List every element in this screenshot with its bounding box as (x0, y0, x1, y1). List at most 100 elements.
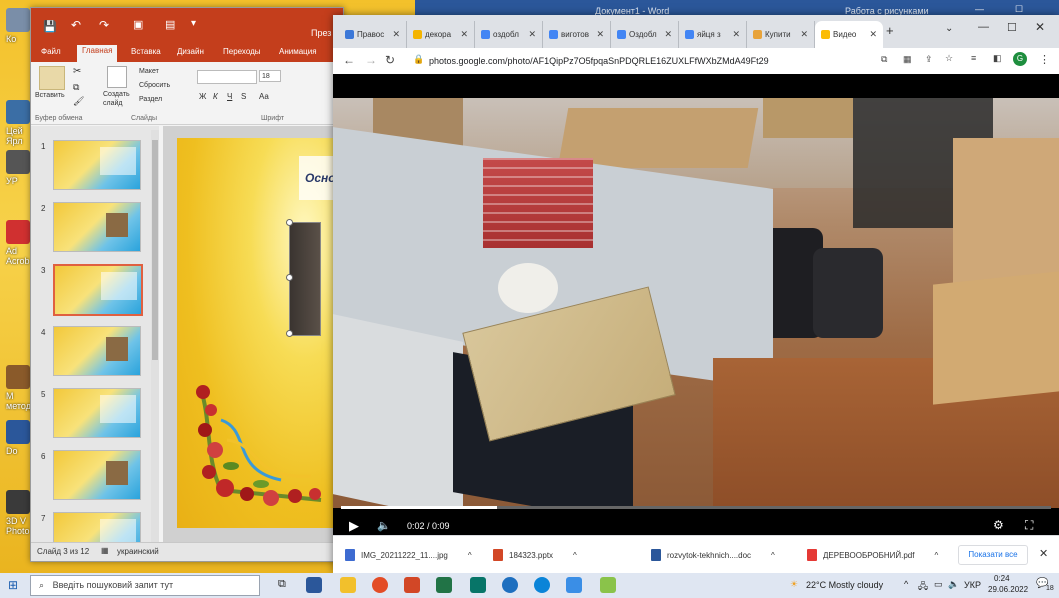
reload-icon[interactable]: ↻ (385, 53, 395, 67)
start-slideshow-icon[interactable]: ▤ (165, 18, 175, 31)
show-hidden-icons-icon[interactable]: ^ (904, 579, 908, 589)
start-windows-icon[interactable]: ⊞ (8, 578, 18, 592)
tab-close-icon[interactable]: ✕ (800, 29, 808, 40)
install-app-icon[interactable]: ⧉ (881, 54, 887, 65)
maximize-button[interactable]: ☐ (1007, 21, 1017, 34)
tab-close-icon[interactable]: ✕ (664, 29, 672, 40)
show-all-downloads-button[interactable]: Показати все (958, 545, 1028, 565)
skype-taskbar-icon[interactable] (502, 577, 518, 593)
bold-icon[interactable]: Ж (199, 92, 206, 101)
browser-tab[interactable]: оздобл ✕ (475, 21, 543, 48)
slide-picture[interactable] (289, 222, 321, 336)
resize-handle[interactable] (286, 219, 293, 226)
tab-transitions[interactable]: Переходы (223, 47, 261, 56)
tab-close-icon[interactable]: ✕ (869, 29, 877, 40)
file-explorer-icon[interactable] (340, 577, 356, 593)
tab-animations[interactable]: Анимация (279, 47, 317, 56)
weather-icon[interactable]: ☀ (790, 579, 798, 590)
close-button[interactable]: ✕ (1035, 20, 1045, 34)
profile-avatar[interactable]: G (1013, 52, 1027, 66)
slide-thumbnail[interactable] (53, 388, 141, 438)
tab-close-icon[interactable]: ✕ (460, 29, 468, 40)
new-slide-icon[interactable] (107, 66, 127, 88)
side-panel-icon[interactable]: ◧ (993, 53, 1002, 64)
chevron-up-icon[interactable]: ^ (771, 551, 775, 560)
tab-home[interactable]: Главная (77, 45, 118, 63)
resize-handle[interactable] (286, 330, 293, 337)
chrome-taskbar-icon[interactable] (372, 577, 388, 593)
fullscreen-icon[interactable]: ⛶ (1025, 518, 1033, 533)
reset-button[interactable]: Сбросить (139, 82, 170, 89)
browser-tab[interactable]: декора ✕ (407, 21, 475, 48)
chevron-up-icon[interactable]: ^ (934, 551, 938, 560)
volume-icon[interactable]: 🔈 (377, 519, 391, 532)
underline-icon[interactable]: Ч (227, 92, 232, 101)
lock-icon[interactable]: 🔒 (413, 54, 424, 65)
font-family-select[interactable] (197, 70, 257, 84)
undo-icon[interactable]: ↶ (71, 18, 81, 32)
settings-gear-icon[interactable]: ⚙ (993, 518, 1004, 532)
save-icon[interactable]: 💾 (43, 20, 57, 33)
tab-insert[interactable]: Вставка (131, 47, 161, 56)
download-item[interactable]: ДЕРЕВООБРОБНИЙ.pdf ^ (807, 546, 938, 564)
tab-search-icon[interactable]: ⌄ (945, 23, 953, 34)
font-color-icon[interactable]: Aa (259, 92, 269, 101)
taskbar-search-box[interactable]: ⌕ Введіть пошуковий запит тут (30, 575, 260, 596)
download-item[interactable]: 184323.pptx ^ (493, 546, 577, 564)
cut-icon[interactable]: ✂ (73, 66, 81, 77)
present-icon[interactable]: ▣ (133, 18, 143, 31)
tab-close-icon[interactable]: ✕ (392, 29, 400, 40)
browser-tab[interactable]: яйця з ✕ (679, 21, 747, 48)
chevron-up-icon[interactable]: ^ (468, 551, 472, 560)
new-slide-button[interactable]: Создать слайд (103, 90, 130, 108)
slide-thumbnail[interactable] (53, 326, 141, 376)
network-icon[interactable]: 🖧 (918, 579, 928, 595)
speaker-icon[interactable]: 🔈 (948, 579, 959, 590)
video-player[interactable]: ▶ 🔈 0:02 / 0:09 ⚙ ⛶ (333, 74, 1059, 548)
clock-time[interactable]: 0:24 (994, 574, 1010, 583)
quick-access-dropdown-icon[interactable]: ▾ (191, 18, 196, 29)
store-taskbar-icon[interactable] (566, 577, 582, 593)
font-size-select[interactable]: 18 (259, 70, 281, 82)
thumbnails-scrollbar[interactable] (151, 130, 159, 542)
forward-icon[interactable]: → (365, 53, 377, 67)
more-menu-icon[interactable]: ⋮ (1039, 53, 1050, 66)
excel-taskbar-icon[interactable] (436, 577, 452, 593)
italic-icon[interactable]: К (213, 92, 218, 101)
weather-text[interactable]: 22°C Mostly cloudy (806, 580, 883, 590)
chevron-up-icon[interactable]: ^ (573, 551, 577, 560)
tab-close-icon[interactable]: ✕ (528, 29, 536, 40)
tab-file[interactable]: Файл (41, 47, 61, 56)
shadow-icon[interactable]: S (241, 92, 246, 101)
browser-tab[interactable]: Видео ✕ (815, 21, 883, 48)
slide-thumbnail[interactable] (53, 450, 141, 500)
tab-close-icon[interactable]: ✕ (732, 29, 740, 40)
download-item[interactable]: IMG_20211222_11....jpg ^ (345, 546, 472, 564)
share-icon[interactable]: ⇪ (925, 54, 933, 65)
new-tab-button[interactable]: + (886, 23, 894, 38)
clock-date[interactable]: 29.06.2022 (988, 585, 1028, 594)
reading-list-icon[interactable]: ≡ (971, 53, 976, 63)
browser-tab[interactable]: виготов ✕ (543, 21, 611, 48)
tab-design[interactable]: Дизайн (177, 47, 204, 56)
word-maximize-button[interactable]: ☐ (1015, 4, 1023, 15)
task-view-icon[interactable]: ⧉ (278, 578, 286, 591)
paste-button[interactable]: Вставить (35, 92, 65, 99)
display-icon[interactable]: ▭ (934, 579, 943, 590)
publisher-taskbar-icon[interactable] (470, 577, 486, 593)
slide-thumbnail[interactable] (53, 264, 143, 316)
word-minimize-button[interactable]: — (975, 4, 984, 14)
address-bar[interactable]: photos.google.com/photo/AF1QipPz7O5fpqaS… (429, 53, 879, 69)
copy-icon[interactable]: ⧉ (73, 82, 79, 93)
translate-icon[interactable]: ▦ (903, 54, 912, 65)
close-download-bar-icon[interactable]: ✕ (1039, 547, 1048, 560)
slide-thumbnail[interactable] (53, 140, 141, 190)
paint-taskbar-icon[interactable] (600, 577, 616, 593)
browser-tab[interactable]: Оздобл ✕ (611, 21, 679, 48)
spellcheck-icon[interactable]: ▦ (101, 546, 109, 555)
tab-close-icon[interactable]: ✕ (596, 29, 604, 40)
paste-icon[interactable] (39, 66, 65, 90)
redo-icon[interactable]: ↷ (99, 18, 109, 32)
edge-taskbar-icon[interactable] (534, 577, 550, 593)
format-painter-icon[interactable]: 🖌 (73, 96, 84, 107)
